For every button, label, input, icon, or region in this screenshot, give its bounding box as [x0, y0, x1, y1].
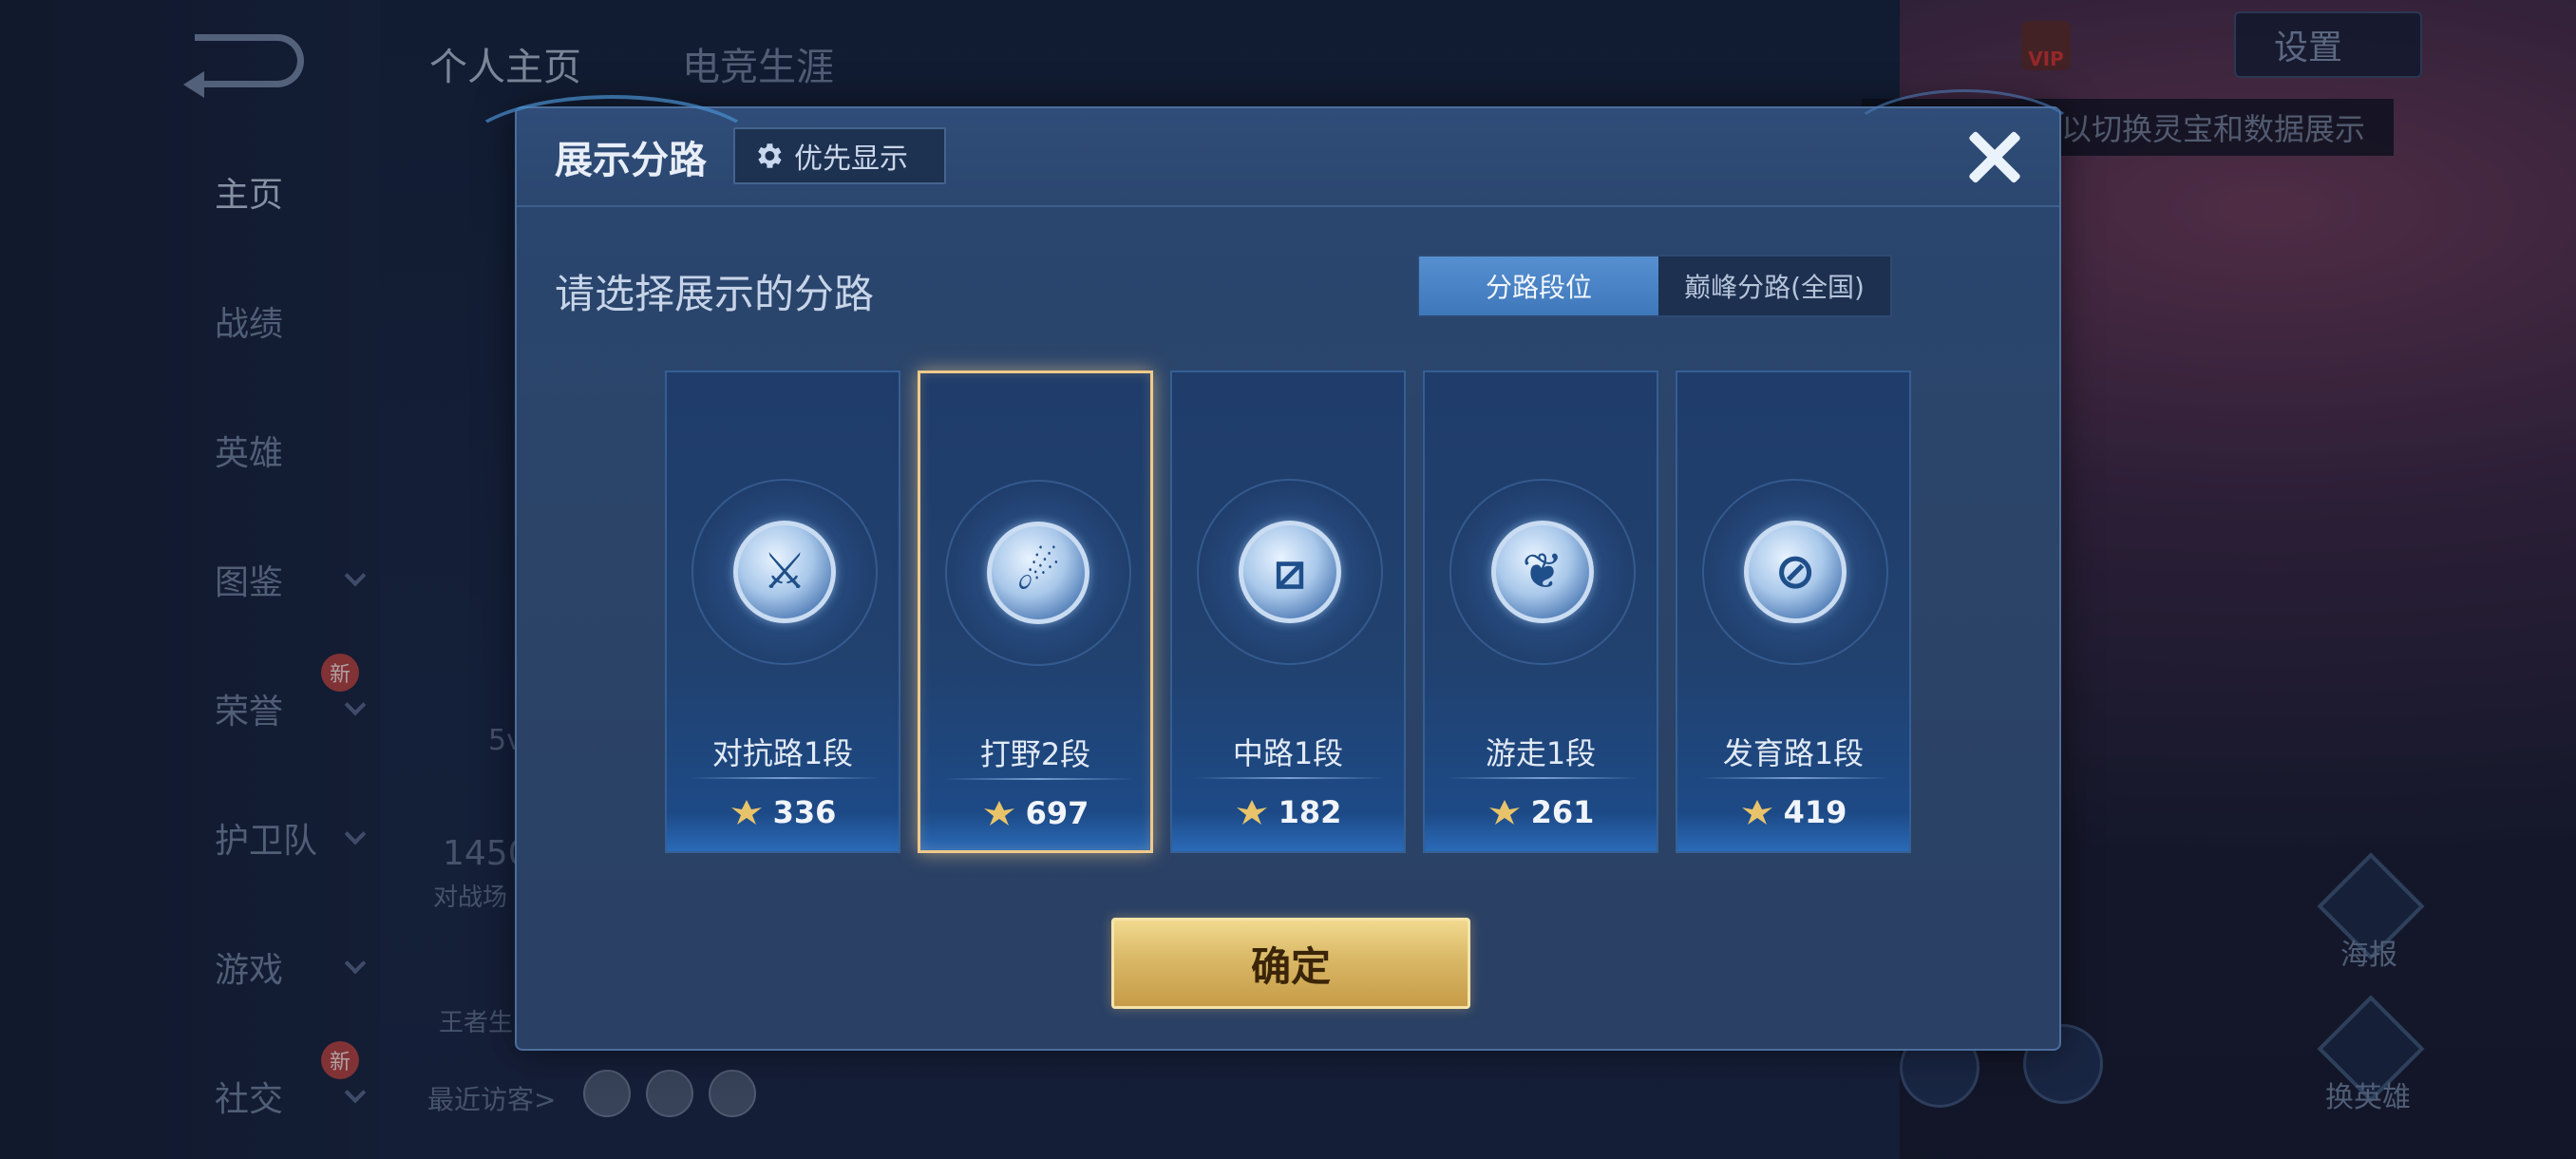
lane-card-jungle[interactable]: ☄ 打野2段 697	[918, 370, 1153, 853]
tab-label: 巅峰分路(全国)	[1684, 272, 1865, 303]
jungle-role-icon: ☄	[987, 522, 1089, 624]
sword-glyph: ⚔	[762, 543, 807, 600]
gear-icon	[758, 143, 782, 168]
divider	[1448, 777, 1638, 779]
priority-display-button[interactable]: 优先显示	[733, 127, 946, 184]
lane-card-list: ⚔ 对抗路1段 336 ☄ 打野2段 697 ⧄ 中路1段 182 ❦ 游走1段…	[665, 370, 1919, 855]
lane-score: 182	[1172, 794, 1404, 830]
tab-lane-rank[interactable]: 分路段位	[1419, 256, 1658, 315]
score-value: 336	[772, 794, 837, 830]
points-icon	[1741, 800, 1772, 825]
mid-glyph: ⧄	[1274, 543, 1306, 600]
divider	[690, 777, 880, 779]
adc-glyph: ⊘	[1774, 543, 1816, 600]
points-icon	[1488, 800, 1520, 825]
roam-role-icon: ❦	[1491, 521, 1594, 623]
lane-score: 419	[1677, 794, 1909, 830]
divider	[1195, 777, 1385, 779]
roam-glyph: ❦	[1522, 543, 1563, 600]
lane-rank-label: 发育路1段	[1722, 735, 1865, 771]
points-icon	[730, 800, 762, 825]
dialog-title: 展示分路	[555, 139, 707, 182]
tab-label: 分路段位	[1485, 272, 1592, 303]
lane-score: 336	[667, 794, 899, 830]
divider	[943, 778, 1133, 780]
close-icon[interactable]	[1959, 122, 2031, 194]
lane-score: 697	[920, 795, 1150, 831]
lane-rank-label: 对抗路1段	[711, 735, 854, 771]
lane-rank-label: 游走1段	[1485, 735, 1597, 771]
sword-role-icon: ⚔	[733, 521, 836, 623]
lane-display-dialog: 展示分路 优先显示 请选择展示的分路 分路段位 巅峰分路(全国) ⚔ 对抗路1段	[460, 89, 2088, 1051]
points-icon	[983, 801, 1014, 826]
section-title: 请选择展示的分路	[555, 271, 875, 317]
jungle-glyph: ☄	[1015, 544, 1061, 601]
priority-display-label: 优先显示	[794, 142, 908, 176]
lane-rank-label: 中路1段	[1232, 735, 1344, 771]
score-value: 419	[1783, 794, 1847, 830]
lane-score: 261	[1425, 794, 1657, 830]
lane-card-roam[interactable]: ❦ 游走1段 261	[1423, 370, 1658, 853]
lane-tab-switch: 分路段位 巅峰分路(全国)	[1417, 255, 1892, 317]
divider	[1700, 777, 1890, 779]
confirm-button[interactable]: 确定	[1111, 918, 1470, 1009]
mid-role-icon: ⧄	[1239, 521, 1341, 623]
lane-card-mid[interactable]: ⧄ 中路1段 182	[1170, 370, 1406, 853]
lane-rank-label: 打野2段	[979, 736, 1091, 772]
lane-card-adc[interactable]: ⊘ 发育路1段 419	[1676, 370, 1911, 853]
score-value: 697	[1025, 795, 1089, 831]
score-value: 261	[1530, 794, 1595, 830]
confirm-label: 确定	[1250, 942, 1331, 990]
tab-peak-lane[interactable]: 巅峰分路(全国)	[1658, 256, 1890, 315]
lane-card-top[interactable]: ⚔ 对抗路1段 336	[665, 370, 900, 853]
adc-role-icon: ⊘	[1744, 521, 1847, 623]
score-value: 182	[1278, 794, 1342, 830]
points-icon	[1236, 800, 1267, 825]
dialog-header: 展示分路 优先显示	[460, 89, 2088, 207]
